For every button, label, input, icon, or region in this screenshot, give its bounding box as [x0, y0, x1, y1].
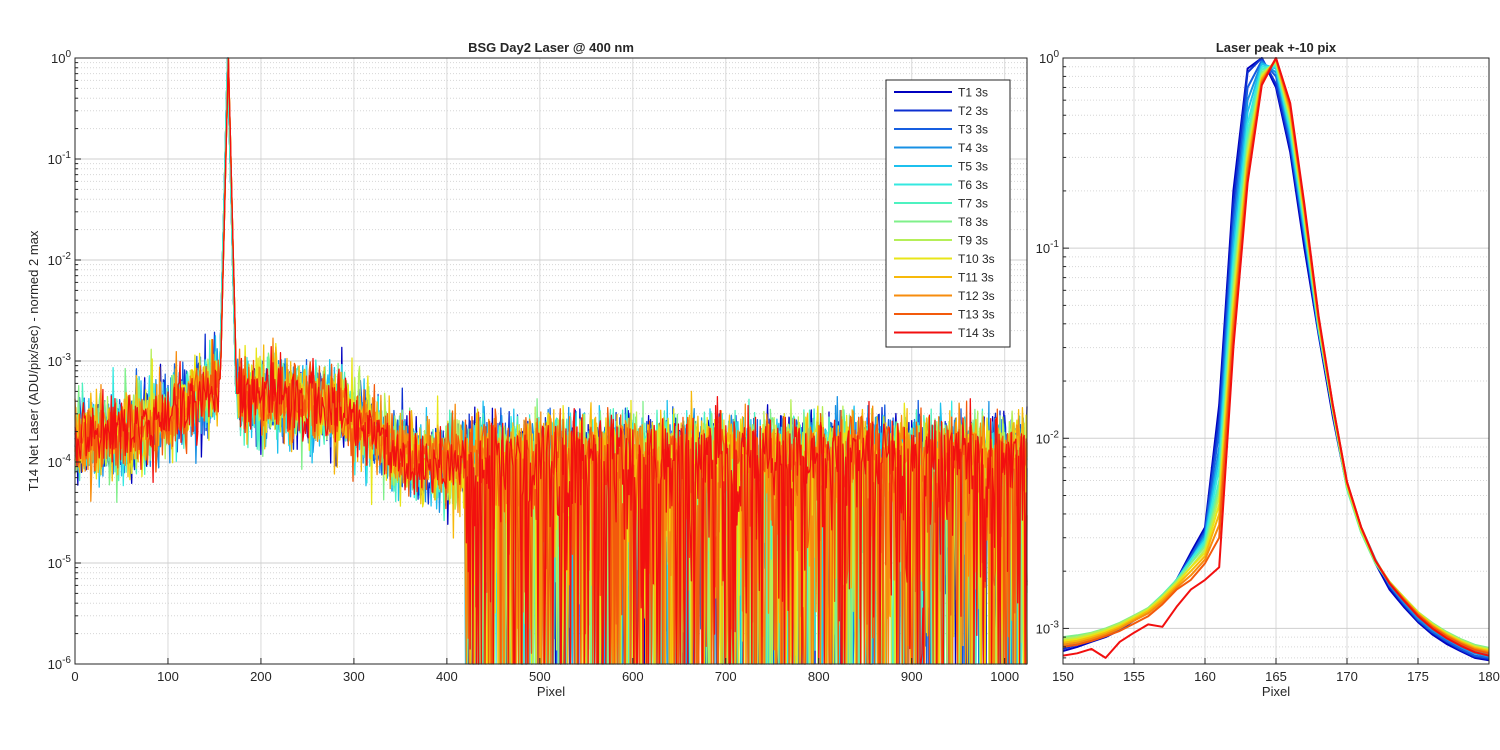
main-x-tick-label: 100 [157, 669, 179, 684]
main-x-tick-label: 0 [71, 669, 78, 684]
legend-entry-label: T10 3s [958, 252, 995, 266]
main-x-tick-label: 700 [715, 669, 737, 684]
main-chart-title: BSG Day2 Laser @ 400 nm [468, 40, 634, 55]
main-x-axis-label: Pixel [537, 684, 565, 699]
peak-x-tick-label: 150 [1052, 669, 1074, 684]
legend-entry-label: T4 3s [958, 141, 988, 155]
peak-x-axis-label: Pixel [1262, 684, 1290, 699]
main-x-tick-label: 300 [343, 669, 365, 684]
main-x-tick-label: 800 [808, 669, 830, 684]
main-x-tick-label: 200 [250, 669, 272, 684]
legend-entry-label: T5 3s [958, 160, 988, 174]
peak-x-tick-label: 180 [1478, 669, 1500, 684]
main-y-axis-label: T14 Net Laser (ADU/pix/sec) - normed 2 m… [26, 230, 41, 491]
peak-chart-title: Laser peak +-10 pix [1216, 40, 1337, 55]
legend-entry-label: T3 3s [958, 123, 988, 137]
legend-entry-label: T6 3s [958, 178, 988, 192]
legend-entry-label: T1 3s [958, 86, 988, 100]
legend-entry-label: T9 3s [958, 234, 988, 248]
figure: 0 100 200 300 400 500 600 700 800 900 100010-610-5… [0, 0, 1500, 750]
main-x-tick-label: 900 [901, 669, 923, 684]
legend-entry-label: T2 3s [958, 104, 988, 118]
main-x-tick-label: 500 [529, 669, 551, 684]
peak-x-tick-label: 170 [1336, 669, 1358, 684]
peak-x-tick-label: 155 [1123, 669, 1145, 684]
peak-x-tick-label: 165 [1265, 669, 1287, 684]
legend-entry-label: T7 3s [958, 197, 988, 211]
main-x-tick-label: 400 [436, 669, 458, 684]
peak-zoom-axes: 150 155 160 165 170 175 18010-310-210-1100 Las… [1036, 40, 1500, 699]
main-x-tick-label: 1000 [990, 669, 1019, 684]
main-spectrum-axes: 0 100 200 300 400 500 600 700 800 900 100010-610-5… [26, 40, 1028, 699]
legend-entry-label: T14 3s [958, 326, 995, 340]
legend-entry-label: T12 3s [958, 289, 995, 303]
main-x-tick-label: 600 [622, 669, 644, 684]
legend-entry-label: T11 3s [958, 271, 994, 285]
peak-x-tick-label: 175 [1407, 669, 1429, 684]
legend-entry-label: T13 3s [958, 308, 995, 322]
peak-x-tick-label: 160 [1194, 669, 1216, 684]
legend: T1 3s T2 3s T3 3s T4 3s T5 3s T6 3s T7 3s T8 3s… [885, 79, 1011, 348]
legend-entry-label: T8 3s [958, 215, 988, 229]
